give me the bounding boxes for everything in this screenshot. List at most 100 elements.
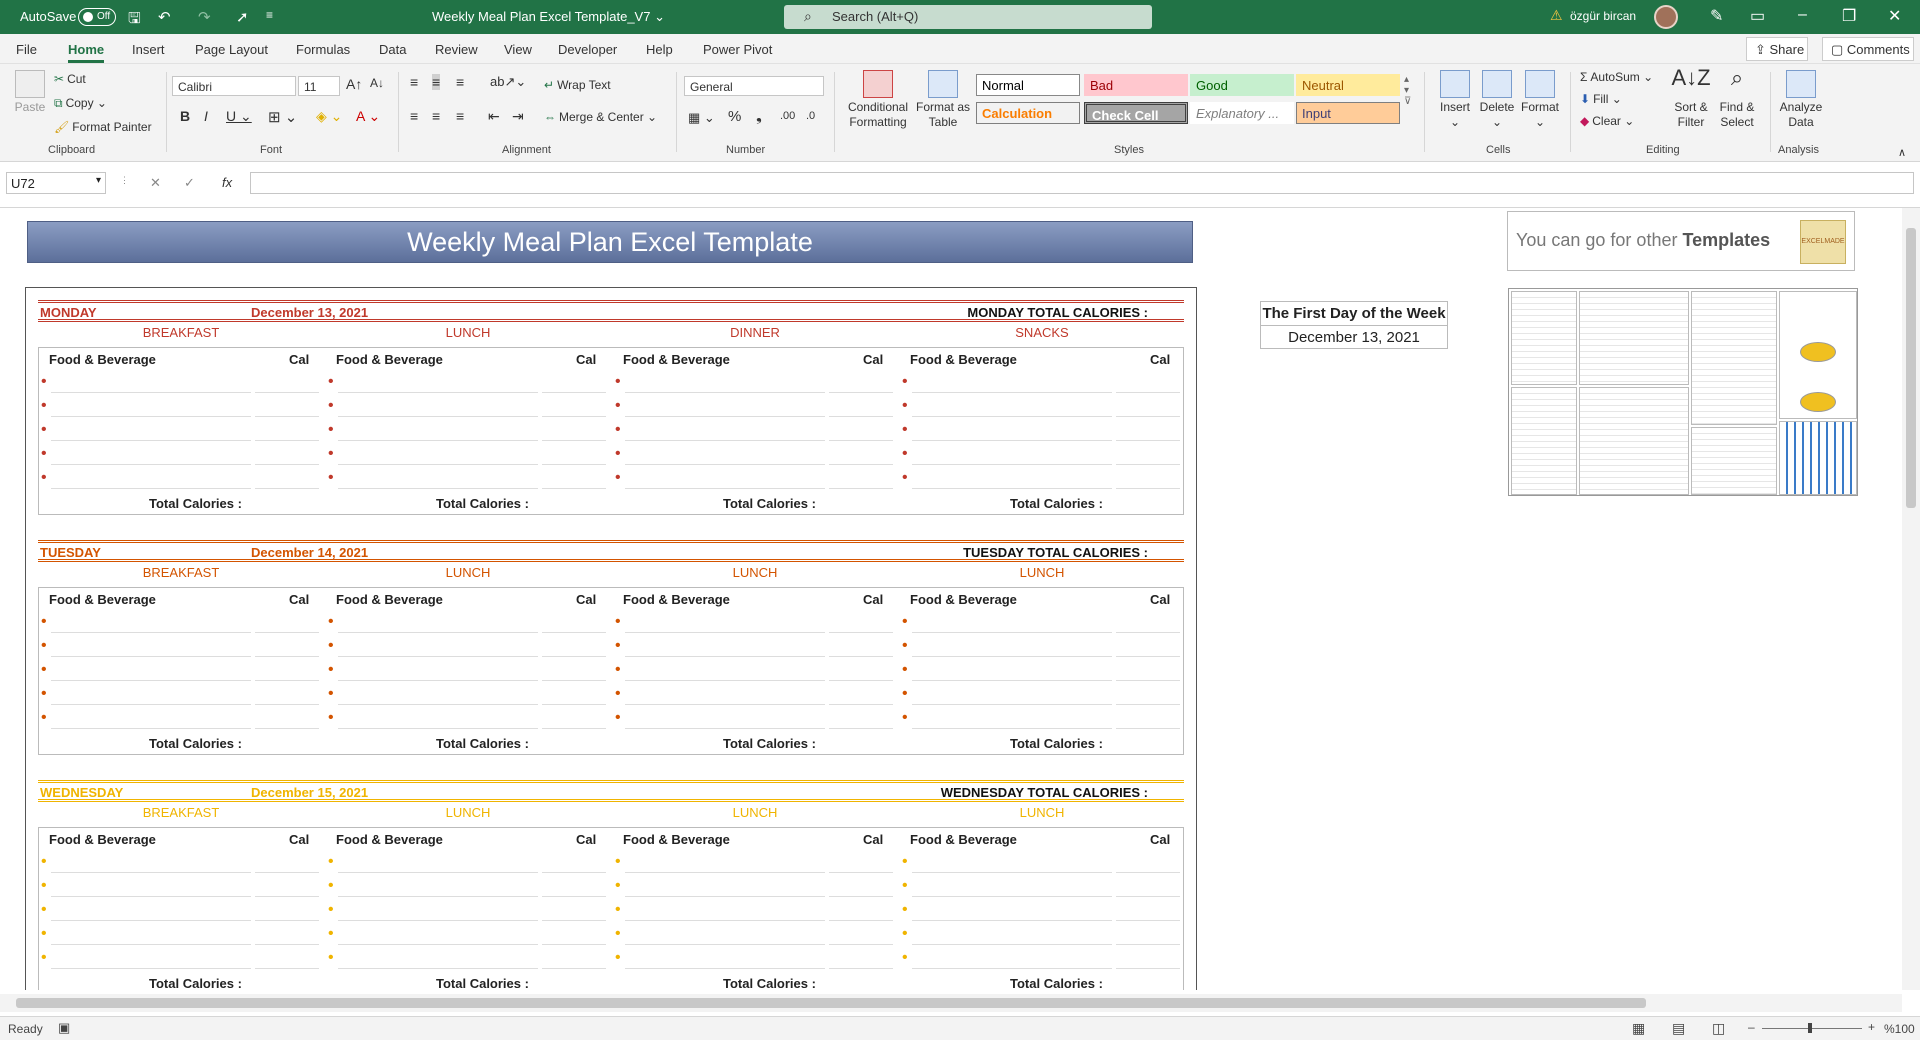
- food-entry-cell[interactable]: [625, 704, 825, 705]
- comma-icon[interactable]: ❟: [756, 108, 762, 125]
- sort-filter-button[interactable]: A↓Z Sort & Filter: [1670, 67, 1712, 130]
- cal-entry-cell[interactable]: [255, 728, 319, 729]
- food-entry-cell[interactable]: [51, 920, 251, 921]
- food-entry-cell[interactable]: [338, 728, 538, 729]
- food-entry-cell[interactable]: [338, 632, 538, 633]
- tab-formulas[interactable]: Formulas: [296, 42, 350, 57]
- template-thumbnail[interactable]: [1511, 387, 1577, 495]
- cal-entry-cell[interactable]: [829, 488, 893, 489]
- cal-entry-cell[interactable]: [255, 440, 319, 441]
- food-entry-cell[interactable]: [625, 680, 825, 681]
- format-cells-button[interactable]: Format ⌄: [1518, 70, 1562, 130]
- cal-entry-cell[interactable]: [829, 656, 893, 657]
- food-entry-cell[interactable]: [912, 416, 1112, 417]
- restore-icon[interactable]: ❐: [1842, 6, 1856, 26]
- tab-developer[interactable]: Developer: [558, 42, 617, 57]
- food-entry-cell[interactable]: [625, 968, 825, 969]
- cal-entry-cell[interactable]: [1116, 944, 1180, 945]
- name-box[interactable]: U72 ▾: [6, 172, 106, 194]
- first-day-date[interactable]: December 13, 2021: [1261, 326, 1447, 346]
- template-thumbnail[interactable]: [1579, 387, 1689, 495]
- cal-entry-cell[interactable]: [542, 416, 606, 417]
- grow-font-icon[interactable]: A↑: [346, 76, 362, 92]
- autosum-button[interactable]: Σ AutoSum ⌄: [1580, 70, 1653, 84]
- tab-file[interactable]: File: [16, 42, 37, 57]
- template-thumbnail[interactable]: [1579, 291, 1689, 385]
- font-color-icon[interactable]: A ⌄: [356, 108, 380, 125]
- cal-entry-cell[interactable]: [542, 944, 606, 945]
- pointer-icon[interactable]: ➚: [236, 8, 249, 26]
- tab-insert[interactable]: Insert: [132, 42, 165, 57]
- cal-entry-cell[interactable]: [542, 464, 606, 465]
- tab-help[interactable]: Help: [646, 42, 673, 57]
- food-entry-cell[interactable]: [51, 896, 251, 897]
- food-entry-cell[interactable]: [51, 728, 251, 729]
- food-entry-cell[interactable]: [51, 488, 251, 489]
- template-thumbnail-pie[interactable]: [1779, 291, 1857, 419]
- food-entry-cell[interactable]: [338, 968, 538, 969]
- cal-entry-cell[interactable]: [255, 704, 319, 705]
- food-entry-cell[interactable]: [912, 728, 1112, 729]
- search-input[interactable]: ⌕ Search (Alt+Q): [784, 5, 1152, 29]
- tab-page-layout[interactable]: Page Layout: [195, 42, 268, 57]
- cal-entry-cell[interactable]: [542, 920, 606, 921]
- increase-decimal-icon[interactable]: .00: [780, 110, 795, 122]
- food-entry-cell[interactable]: [338, 488, 538, 489]
- cal-entry-cell[interactable]: [829, 464, 893, 465]
- zoom-out-icon[interactable]: –: [1748, 1020, 1755, 1034]
- number-format-select[interactable]: General: [684, 76, 824, 96]
- food-entry-cell[interactable]: [625, 488, 825, 489]
- template-thumbnail[interactable]: [1691, 427, 1777, 495]
- conditional-formatting-button[interactable]: Conditional Formatting: [842, 70, 914, 130]
- warning-icon[interactable]: ⚠: [1550, 7, 1563, 24]
- comments-button[interactable]: ▢ Comments: [1822, 37, 1914, 61]
- template-thumbnail[interactable]: [1691, 291, 1777, 425]
- food-entry-cell[interactable]: [338, 920, 538, 921]
- page-layout-view-icon[interactable]: ▤: [1672, 1020, 1685, 1037]
- insert-cells-button[interactable]: Insert ⌄: [1434, 70, 1476, 130]
- cal-entry-cell[interactable]: [829, 968, 893, 969]
- cal-entry-cell[interactable]: [255, 920, 319, 921]
- food-entry-cell[interactable]: [51, 416, 251, 417]
- food-entry-cell[interactable]: [912, 488, 1112, 489]
- cal-entry-cell[interactable]: [255, 464, 319, 465]
- zoom-slider[interactable]: [1762, 1023, 1862, 1033]
- increase-indent-icon[interactable]: ⇥: [512, 108, 524, 125]
- food-entry-cell[interactable]: [625, 872, 825, 873]
- food-entry-cell[interactable]: [338, 416, 538, 417]
- cal-entry-cell[interactable]: [255, 872, 319, 873]
- align-top-icon[interactable]: ≡: [410, 74, 418, 90]
- collapse-ribbon-icon[interactable]: ∧: [1898, 146, 1906, 159]
- zoom-level[interactable]: %100: [1884, 1022, 1915, 1036]
- cal-entry-cell[interactable]: [255, 392, 319, 393]
- cal-entry-cell[interactable]: [829, 680, 893, 681]
- cal-entry-cell[interactable]: [542, 872, 606, 873]
- font-name-select[interactable]: Calibri: [172, 76, 296, 96]
- find-select-button[interactable]: ⌕ Find & Select: [1714, 67, 1760, 130]
- cal-entry-cell[interactable]: [255, 656, 319, 657]
- food-entry-cell[interactable]: [912, 680, 1112, 681]
- food-entry-cell[interactable]: [338, 680, 538, 681]
- shrink-font-icon[interactable]: A↓: [370, 76, 384, 90]
- format-painter-button[interactable]: 🖌 Format Painter: [54, 120, 152, 134]
- food-entry-cell[interactable]: [625, 632, 825, 633]
- avatar[interactable]: [1654, 5, 1678, 29]
- cal-entry-cell[interactable]: [1116, 704, 1180, 705]
- analyze-data-button[interactable]: Analyze Data: [1776, 70, 1826, 130]
- food-entry-cell[interactable]: [625, 656, 825, 657]
- food-entry-cell[interactable]: [625, 464, 825, 465]
- templates-promo[interactable]: You can go for other Templates EXCELMADE: [1507, 211, 1855, 271]
- food-entry-cell[interactable]: [51, 632, 251, 633]
- autosave-toggle[interactable]: Off: [78, 8, 116, 26]
- food-entry-cell[interactable]: [625, 440, 825, 441]
- enter-icon[interactable]: ✓: [184, 175, 195, 191]
- food-entry-cell[interactable]: [625, 392, 825, 393]
- cal-entry-cell[interactable]: [829, 440, 893, 441]
- style-bad[interactable]: Bad: [1084, 74, 1188, 96]
- food-entry-cell[interactable]: [51, 680, 251, 681]
- cal-entry-cell[interactable]: [1116, 464, 1180, 465]
- cal-entry-cell[interactable]: [1116, 488, 1180, 489]
- share-button[interactable]: ⇪ Share: [1746, 37, 1808, 61]
- cal-entry-cell[interactable]: [829, 896, 893, 897]
- food-entry-cell[interactable]: [338, 656, 538, 657]
